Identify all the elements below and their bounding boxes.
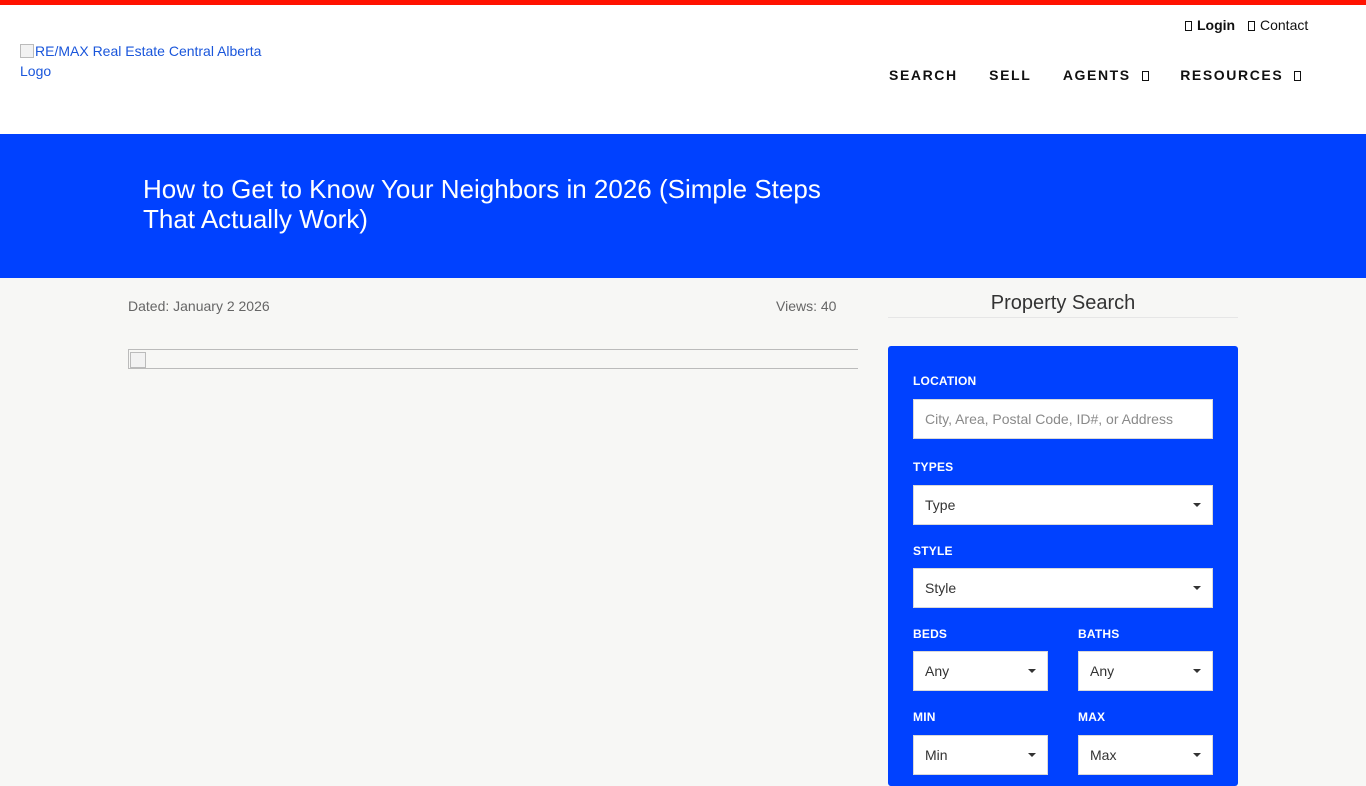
beds-label: BEDS: [913, 627, 948, 641]
chevron-down-icon: [1294, 71, 1302, 81]
login-label: Login: [1197, 17, 1236, 33]
user-icon: [1185, 21, 1192, 31]
location-label: LOCATION: [913, 374, 977, 388]
nav-item-sell[interactable]: SELL: [989, 67, 1031, 83]
max-price-select[interactable]: Max: [1078, 735, 1213, 775]
nav-item-resources[interactable]: RESOURCES: [1180, 67, 1302, 83]
page-title: How to Get to Know Your Neighbors in 202…: [143, 174, 821, 234]
chevron-down-icon: [1141, 71, 1149, 81]
min-label: MIN: [913, 710, 936, 724]
nav-label: SELL: [989, 67, 1032, 83]
utility-links: Login Contact: [1185, 17, 1317, 33]
types-label: TYPES: [913, 460, 954, 474]
caret-down-icon: [1193, 669, 1201, 673]
beds-select[interactable]: Any: [913, 651, 1048, 691]
broken-image-icon: [20, 44, 34, 58]
nav-label: AGENTS: [1062, 67, 1131, 83]
location-input[interactable]: City, Area, Postal Code, ID#, or Address: [913, 399, 1213, 439]
types-value: Type: [925, 497, 956, 513]
property-search-form: LOCATION City, Area, Postal Code, ID#, o…: [888, 346, 1238, 786]
baths-label: BATHS: [1078, 627, 1120, 641]
baths-select[interactable]: Any: [1078, 651, 1213, 691]
login-link[interactable]: Login: [1185, 17, 1235, 33]
nav-label: SEARCH: [889, 67, 958, 83]
envelope-icon: [1248, 21, 1255, 31]
contact-label: Contact: [1260, 17, 1309, 33]
caret-down-icon: [1028, 669, 1036, 673]
max-value: Max: [1090, 747, 1117, 763]
caret-down-icon: [1028, 753, 1036, 757]
caret-down-icon: [1193, 586, 1201, 590]
nav-label: RESOURCES: [1180, 67, 1284, 83]
hero-banner: How to Get to Know Your Neighbors in 202…: [0, 134, 1366, 278]
beds-value: Any: [925, 663, 950, 679]
style-select[interactable]: Style: [913, 568, 1213, 608]
style-label: STYLE: [913, 544, 953, 558]
contact-link[interactable]: Contact: [1248, 17, 1308, 33]
main-nav: SEARCH SELL AGENTS RESOURCES: [889, 67, 1328, 85]
article-image: [128, 349, 858, 369]
min-price-select[interactable]: Min: [913, 735, 1048, 775]
max-label: MAX: [1078, 710, 1106, 724]
min-value: Min: [925, 747, 948, 763]
site-header: RE/MAX Real Estate Central Alberta Logo …: [0, 5, 1366, 134]
broken-image-icon: [130, 352, 146, 368]
types-select[interactable]: Type: [913, 485, 1213, 525]
property-search-title: Property Search: [888, 292, 1238, 318]
nav-item-agents[interactable]: AGENTS: [1063, 67, 1149, 83]
caret-down-icon: [1193, 753, 1201, 757]
article-views: Views: 40: [776, 298, 837, 314]
nav-item-search[interactable]: SEARCH: [889, 67, 958, 83]
style-value: Style: [925, 580, 957, 596]
logo-alt-text: RE/MAX Real Estate Central Alberta Logo: [20, 43, 262, 79]
site-logo[interactable]: RE/MAX Real Estate Central Alberta Logo: [20, 41, 270, 81]
caret-down-icon: [1193, 503, 1201, 507]
article-date: Dated: January 2 2026: [128, 298, 270, 314]
baths-value: Any: [1090, 663, 1115, 679]
